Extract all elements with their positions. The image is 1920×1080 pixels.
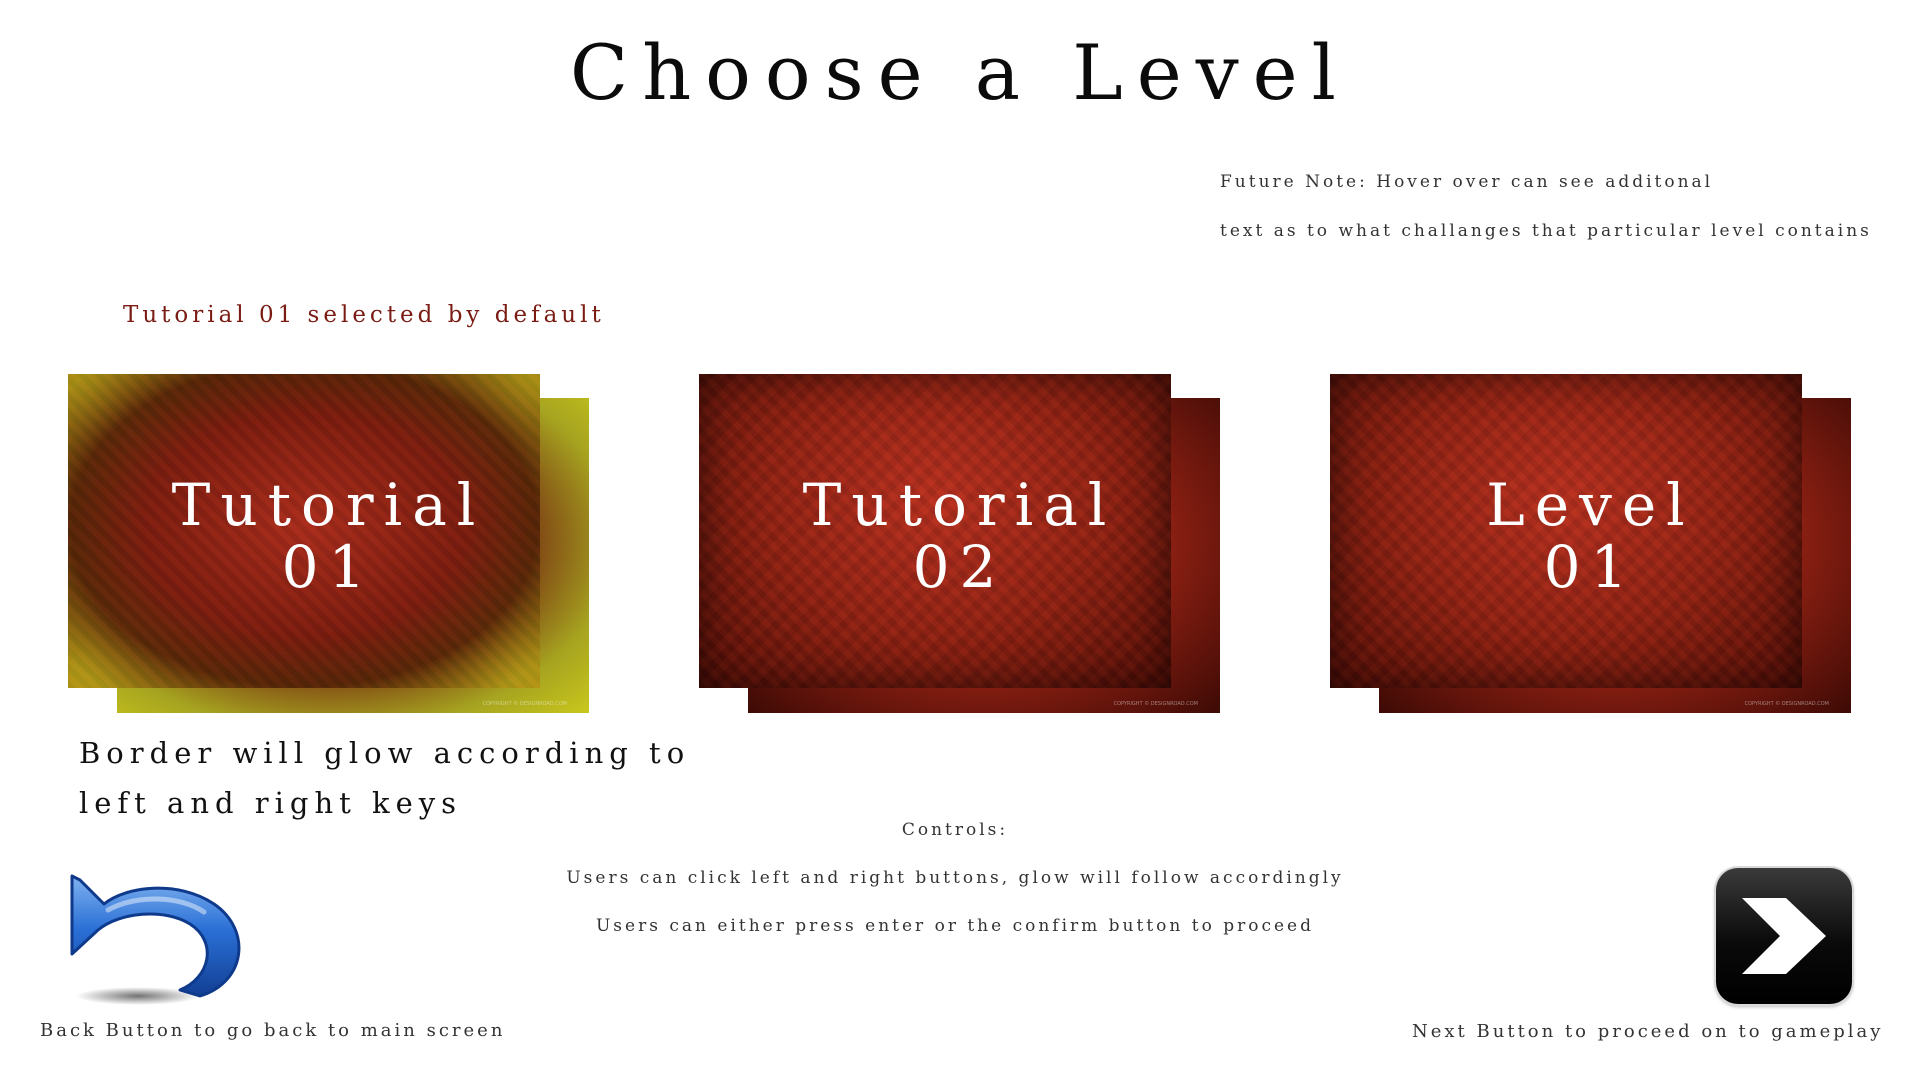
level-card-label: Level 01: [1330, 474, 1851, 598]
level-card-tutorial-02[interactable]: Tutorial 02 COPYRIGHT © DESIGNROAD.COM: [699, 374, 1220, 713]
back-button[interactable]: [68, 872, 244, 1012]
level-card-label: Tutorial 02: [699, 474, 1220, 598]
level-card-label-line-2: 02: [912, 533, 1007, 601]
future-note: Future Note: Hover over can see additona…: [1220, 158, 1910, 256]
level-card-label: Tutorial 01: [68, 474, 589, 598]
card-copyright: COPYRIGHT © DESIGNROAD.COM: [482, 701, 567, 707]
level-card-level-01[interactable]: Level 01 COPYRIGHT © DESIGNROAD.COM: [1330, 374, 1851, 713]
controls-line-2: Users can either press enter or the conf…: [595, 916, 1314, 936]
level-card-label-line-2: 01: [281, 533, 376, 601]
chevron-right-icon: [1742, 898, 1826, 974]
level-card-tutorial-01[interactable]: Tutorial 01 COPYRIGHT © DESIGNROAD.COM: [68, 374, 589, 713]
page-title: Choose a Level: [570, 28, 1350, 117]
back-button-caption: Back Button to go back to main screen: [40, 1020, 506, 1041]
next-button[interactable]: [1716, 868, 1852, 1004]
future-note-line-1: Future Note: Hover over can see additona…: [1220, 172, 1714, 192]
level-card-label-line-1: Level: [1486, 471, 1695, 539]
card-copyright: COPYRIGHT © DESIGNROAD.COM: [1744, 701, 1829, 707]
level-card-label-line-2: 01: [1543, 533, 1638, 601]
card-copyright: COPYRIGHT © DESIGNROAD.COM: [1113, 701, 1198, 707]
future-note-line-2: text as to what challanges that particul…: [1220, 221, 1872, 241]
controls-heading: Controls:: [901, 820, 1009, 840]
controls-line-1: Users can click left and right buttons, …: [566, 868, 1344, 888]
default-selection-note: Tutorial 01 selected by default: [123, 302, 605, 328]
level-card-label-line-1: Tutorial: [802, 471, 1117, 539]
undo-arrow-icon: [70, 874, 241, 1005]
glow-note-line-1: Border will glow according to: [79, 736, 691, 770]
level-card-label-line-1: Tutorial: [171, 471, 486, 539]
level-select-screen: Choose a Level Future Note: Hover over c…: [0, 0, 1920, 1080]
next-button-caption: Next Button to proceed on to gameplay: [1412, 1021, 1884, 1042]
controls-info: Controls: Users can click left and right…: [440, 806, 1470, 950]
